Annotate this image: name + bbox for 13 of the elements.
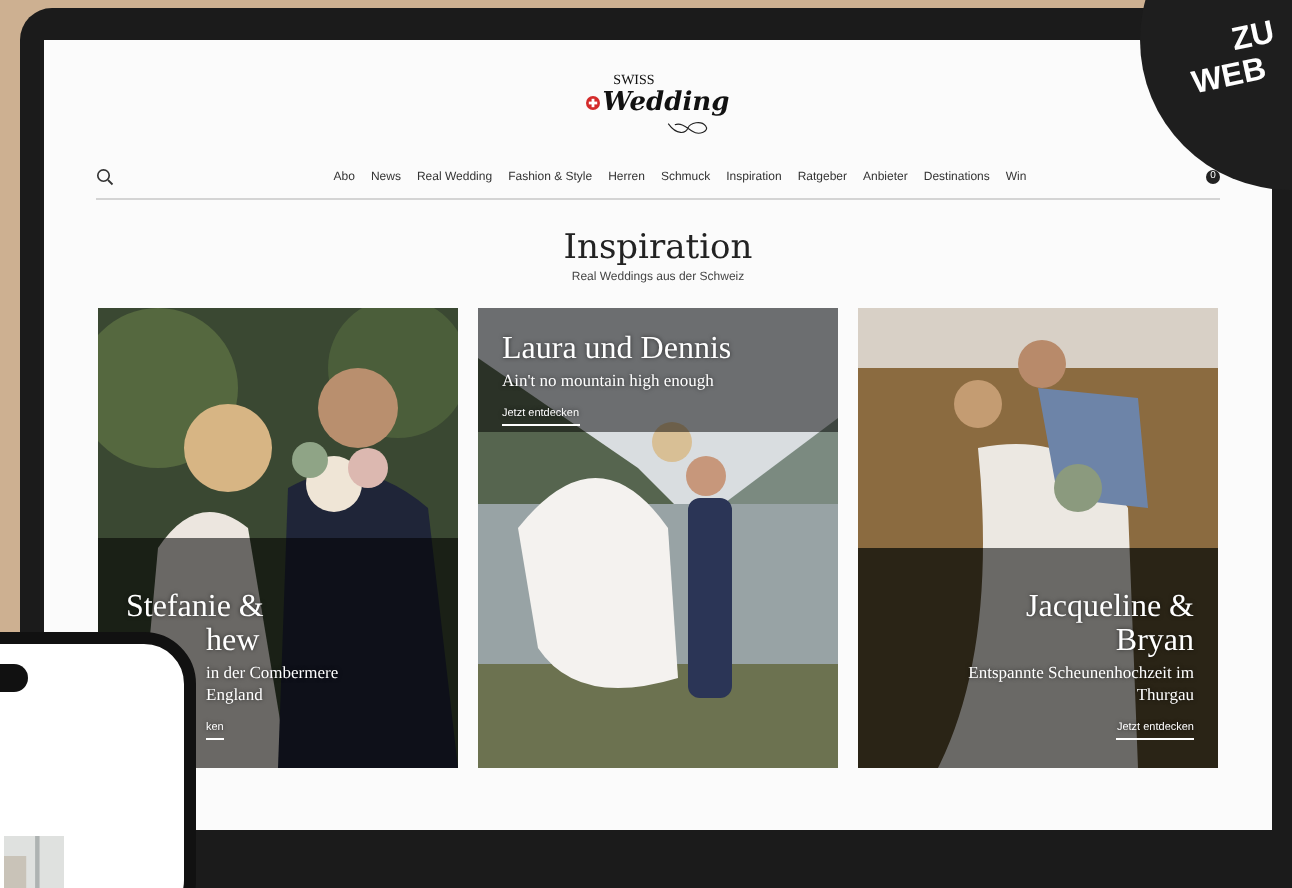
swiss-cross-icon (586, 96, 601, 110)
card-subtitle: Entspannte Scheunenhochzeit im Thurgau (968, 662, 1194, 706)
page-title: Inspiration (563, 228, 753, 268)
swirl-icon (665, 118, 710, 138)
card-title: Laura und Dennis (502, 332, 734, 366)
card-subtitle: in der Combermere England (204, 662, 341, 706)
card-subtitle: Ain't no mountain high enough (502, 370, 716, 392)
logo-text: Wedding (602, 88, 730, 118)
badge-text[interactable]: WEB (1189, 54, 1270, 102)
badge-text[interactable]: ZU (1229, 17, 1278, 59)
card-title: Jacqueline & Bryan (1026, 590, 1194, 658)
card-title: Stefanie & hew (126, 590, 266, 658)
search-icon[interactable] (96, 168, 114, 186)
